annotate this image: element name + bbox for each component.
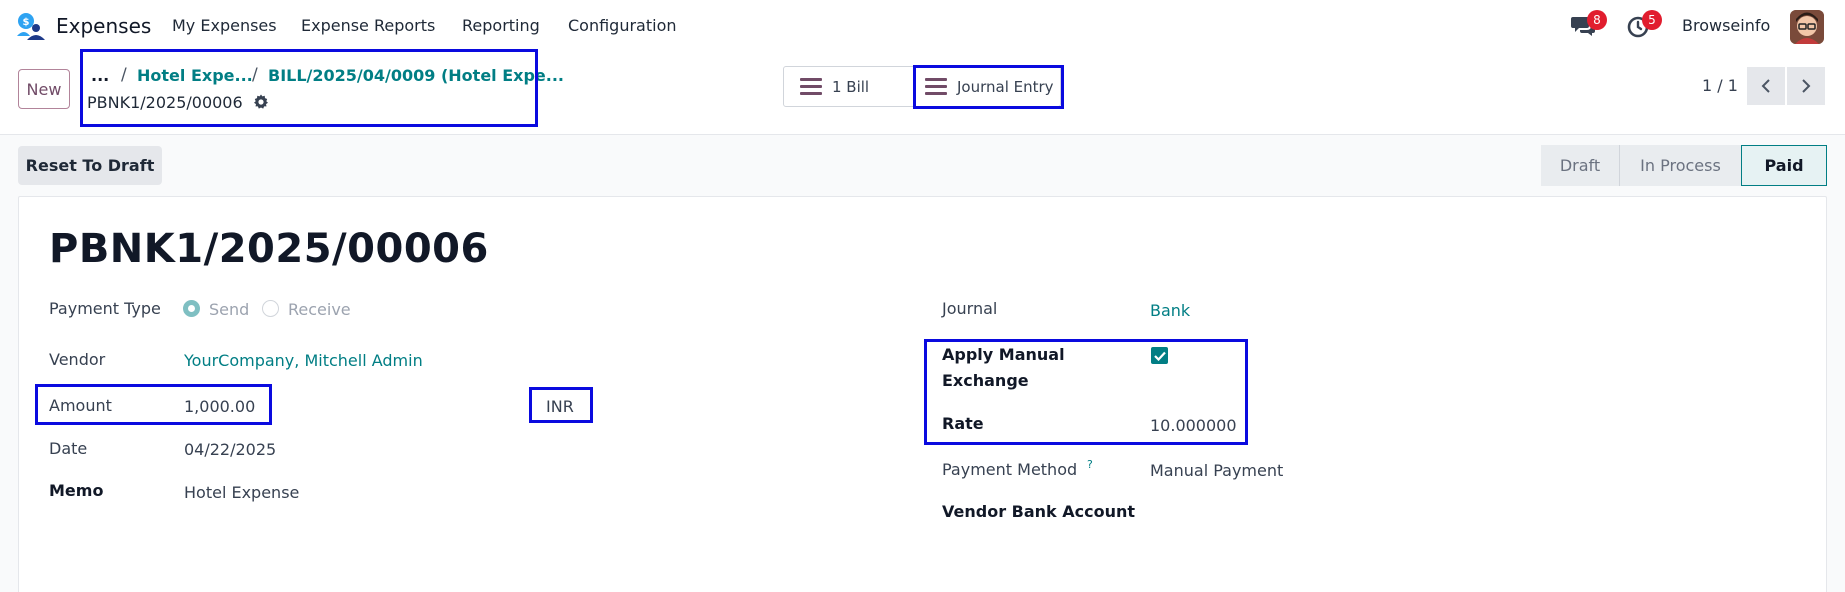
- breadcrumb-ellipsis[interactable]: ...: [91, 66, 109, 85]
- date-label: Date: [49, 439, 88, 458]
- menu-reporting[interactable]: Reporting: [462, 16, 540, 35]
- svg-text:$: $: [23, 17, 30, 28]
- bill-smart-button[interactable]: 1 Bill: [800, 67, 869, 106]
- date-field[interactable]: 04/22/2025: [184, 440, 276, 459]
- messages-badge: 8: [1587, 10, 1607, 30]
- vendor-bank-account-field[interactable]: [1150, 502, 1350, 522]
- breadcrumb-separator: /: [121, 65, 127, 85]
- expenses-app-icon[interactable]: $: [16, 12, 46, 42]
- gear-icon[interactable]: [253, 94, 269, 110]
- smart-buttons: 1 Bill Journal Entry: [783, 66, 1061, 107]
- payment-method-field[interactable]: Manual Payment: [1150, 461, 1283, 480]
- journal-entry-smart-button[interactable]: Journal Entry: [925, 67, 1054, 106]
- payment-title: PBNK1/2025/00006: [49, 226, 489, 272]
- breadcrumb-separator: /: [252, 65, 258, 85]
- rate-label: Rate: [942, 414, 984, 433]
- menu-configuration[interactable]: Configuration: [568, 16, 677, 35]
- vendor-bank-account-label: Vendor Bank Account: [942, 502, 1136, 521]
- top-navbar: $ Expenses My Expenses Expense Reports R…: [0, 0, 1845, 53]
- chevron-right-icon: [1802, 79, 1811, 93]
- status-draft[interactable]: Draft: [1541, 145, 1619, 186]
- menu-my-expenses[interactable]: My Expenses: [172, 16, 277, 35]
- radio-send-label[interactable]: Send: [209, 300, 249, 319]
- breadcrumb-hotel-expense[interactable]: Hotel Expe...: [137, 66, 253, 85]
- journal-label: Journal: [942, 299, 998, 318]
- status-paid[interactable]: Paid: [1741, 145, 1827, 186]
- reset-to-draft-button[interactable]: Reset To Draft: [18, 146, 162, 185]
- radio-receive[interactable]: [262, 300, 279, 317]
- help-tooltip-icon[interactable]: ?: [1087, 458, 1093, 471]
- breadcrumb-bill[interactable]: BILL/2025/04/0009 (Hotel Expe...: [268, 66, 564, 85]
- memo-label: Memo: [49, 481, 104, 500]
- vendor-label: Vendor: [49, 350, 106, 369]
- radio-send[interactable]: [183, 300, 200, 317]
- new-button[interactable]: New: [18, 69, 70, 109]
- currency-field[interactable]: INR: [546, 397, 574, 416]
- record-name: PBNK1/2025/00006: [87, 93, 243, 112]
- apply-manual-exchange-checkbox[interactable]: [1151, 347, 1168, 364]
- rate-field[interactable]: 10.000000: [1150, 416, 1237, 435]
- activities-badge: 5: [1642, 10, 1662, 30]
- bill-smart-button-label: 1 Bill: [832, 77, 870, 96]
- apply-manual-exchange-label-line2: Exchange: [942, 371, 1029, 390]
- journal-field[interactable]: Bank: [1150, 301, 1190, 320]
- chevron-left-icon: [1761, 79, 1770, 93]
- menu-expense-reports[interactable]: Expense Reports: [301, 16, 435, 35]
- pager-value[interactable]: 1 / 1: [1702, 76, 1738, 95]
- status-in-process[interactable]: In Process: [1619, 145, 1741, 186]
- radio-receive-label[interactable]: Receive: [288, 300, 351, 319]
- checkmark-icon: [1153, 351, 1166, 361]
- divider: [914, 67, 915, 106]
- company-name[interactable]: Browseinfo: [1682, 16, 1770, 35]
- journal-entry-smart-button-label: Journal Entry: [957, 77, 1054, 96]
- app-name[interactable]: Expenses: [56, 14, 151, 38]
- pager-previous-button[interactable]: [1747, 67, 1785, 105]
- payment-type-label: Payment Type: [49, 299, 161, 318]
- amount-field[interactable]: 1,000.00: [184, 397, 255, 416]
- status-bar: Draft In Process Paid: [1541, 145, 1827, 186]
- apply-manual-exchange-label-line1: Apply Manual: [942, 345, 1065, 364]
- memo-field[interactable]: Hotel Expense: [184, 483, 299, 502]
- payment-method-label: Payment Method: [942, 460, 1078, 479]
- amount-label: Amount: [49, 396, 112, 415]
- pager-next-button[interactable]: [1787, 67, 1825, 105]
- user-avatar[interactable]: [1790, 10, 1824, 44]
- vendor-field[interactable]: YourCompany, Mitchell Admin: [184, 351, 423, 370]
- list-icon: [800, 77, 822, 96]
- list-icon: [925, 77, 947, 96]
